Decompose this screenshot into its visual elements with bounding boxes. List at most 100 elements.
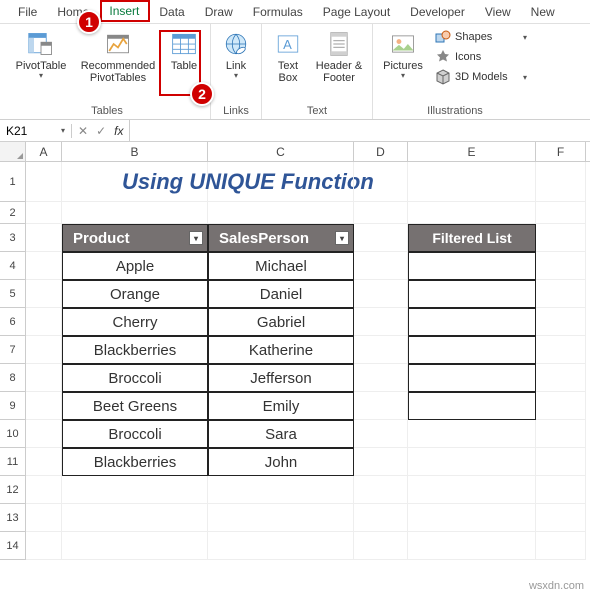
row-header[interactable]: 4 — [0, 252, 26, 280]
cell[interactable] — [208, 476, 354, 504]
cell[interactable] — [26, 504, 62, 532]
headerfooter-button[interactable]: Header & Footer — [312, 28, 366, 86]
row-header[interactable]: 6 — [0, 308, 26, 336]
cell-sales[interactable]: Jefferson — [208, 364, 354, 392]
cell[interactable] — [354, 532, 408, 560]
cell-sales[interactable]: Sara — [208, 420, 354, 448]
col-header-c[interactable]: C — [208, 142, 354, 161]
cell[interactable] — [354, 308, 408, 336]
table-header-product[interactable]: Product ▾ — [62, 224, 208, 252]
cell[interactable] — [408, 448, 536, 476]
cell[interactable] — [408, 202, 536, 224]
cell-sales[interactable]: Michael — [208, 252, 354, 280]
table-header-sales[interactable]: SalesPerson ▾ — [208, 224, 354, 252]
cell[interactable] — [536, 532, 586, 560]
3dmodels-button[interactable]: 3D Models ▾ — [431, 68, 531, 86]
filtered-list-header[interactable]: Filtered List — [408, 224, 536, 252]
cell[interactable] — [354, 392, 408, 420]
cell[interactable] — [536, 336, 586, 364]
row-header[interactable]: 10 — [0, 420, 26, 448]
cell[interactable] — [208, 504, 354, 532]
cell[interactable] — [536, 448, 586, 476]
filter-dropdown-icon[interactable]: ▾ — [335, 231, 349, 245]
col-header-f[interactable]: F — [536, 142, 586, 161]
cell[interactable] — [408, 162, 536, 202]
row-header[interactable]: 8 — [0, 364, 26, 392]
row-header[interactable]: 13 — [0, 504, 26, 532]
cell[interactable] — [26, 162, 62, 202]
menu-pagelayout[interactable]: Page Layout — [313, 3, 400, 21]
cell[interactable] — [208, 202, 354, 224]
cell-product[interactable]: Apple — [62, 252, 208, 280]
cell-sales[interactable]: Emily — [208, 392, 354, 420]
cell[interactable] — [536, 162, 586, 202]
cell-sales[interactable]: John — [208, 448, 354, 476]
cell[interactable] — [26, 202, 62, 224]
cell[interactable] — [26, 224, 62, 252]
shapes-button[interactable]: Shapes ▾ — [431, 28, 531, 46]
row-header[interactable]: 11 — [0, 448, 26, 476]
cell[interactable] — [208, 162, 354, 202]
cell-sales[interactable]: Gabriel — [208, 308, 354, 336]
cell[interactable] — [26, 252, 62, 280]
cell[interactable] — [208, 532, 354, 560]
filtered-cell[interactable] — [408, 252, 536, 280]
cell[interactable] — [536, 476, 586, 504]
cell[interactable] — [26, 308, 62, 336]
cell[interactable] — [536, 224, 586, 252]
cell[interactable] — [62, 532, 208, 560]
cell[interactable] — [354, 202, 408, 224]
cell[interactable] — [408, 420, 536, 448]
cell[interactable] — [536, 308, 586, 336]
cell[interactable] — [62, 476, 208, 504]
cell-product[interactable]: Broccoli — [62, 364, 208, 392]
cell-product[interactable]: Blackberries — [62, 448, 208, 476]
cell[interactable] — [26, 280, 62, 308]
col-header-d[interactable]: D — [354, 142, 408, 161]
icons-button[interactable]: Icons — [431, 48, 531, 66]
menu-file[interactable]: File — [8, 3, 47, 21]
cell-sales[interactable]: Daniel — [208, 280, 354, 308]
cell-sales[interactable]: Katherine — [208, 336, 354, 364]
textbox-button[interactable]: A Text Box — [268, 28, 308, 86]
cell[interactable] — [536, 504, 586, 532]
cell[interactable] — [354, 162, 408, 202]
cell-product[interactable]: Beet Greens — [62, 392, 208, 420]
col-header-b[interactable]: B — [62, 142, 208, 161]
row-header[interactable]: 5 — [0, 280, 26, 308]
cell[interactable] — [26, 420, 62, 448]
cell[interactable] — [536, 280, 586, 308]
cell[interactable] — [26, 448, 62, 476]
row-header[interactable]: 14 — [0, 532, 26, 560]
cell-product[interactable]: Orange — [62, 280, 208, 308]
row-header[interactable]: 12 — [0, 476, 26, 504]
cell-product[interactable]: Cherry — [62, 308, 208, 336]
filtered-cell[interactable] — [408, 392, 536, 420]
filtered-cell[interactable] — [408, 364, 536, 392]
formula-input[interactable] — [129, 120, 590, 141]
cell[interactable] — [62, 504, 208, 532]
cell[interactable] — [354, 364, 408, 392]
col-header-a[interactable]: A — [26, 142, 62, 161]
enter-icon[interactable]: ✓ — [96, 124, 106, 138]
menu-data[interactable]: Data — [149, 3, 194, 21]
cell[interactable] — [354, 420, 408, 448]
link-button[interactable]: Link ▾ — [217, 28, 255, 83]
cell[interactable] — [354, 252, 408, 280]
row-header[interactable]: 2 — [0, 202, 26, 224]
menu-new[interactable]: New — [521, 3, 565, 21]
row-header[interactable]: 9 — [0, 392, 26, 420]
cell[interactable] — [536, 252, 586, 280]
table-button[interactable]: Table — [164, 28, 204, 74]
cancel-icon[interactable]: ✕ — [78, 124, 88, 138]
select-all-corner[interactable] — [0, 142, 26, 161]
cell[interactable] — [354, 280, 408, 308]
cell[interactable] — [354, 476, 408, 504]
cell[interactable] — [354, 224, 408, 252]
menu-draw[interactable]: Draw — [195, 3, 243, 21]
cell[interactable] — [62, 202, 208, 224]
row-header[interactable]: 3 — [0, 224, 26, 252]
filter-dropdown-icon[interactable]: ▾ — [189, 231, 203, 245]
menu-formulas[interactable]: Formulas — [243, 3, 313, 21]
row-header[interactable]: 1 — [0, 162, 26, 202]
